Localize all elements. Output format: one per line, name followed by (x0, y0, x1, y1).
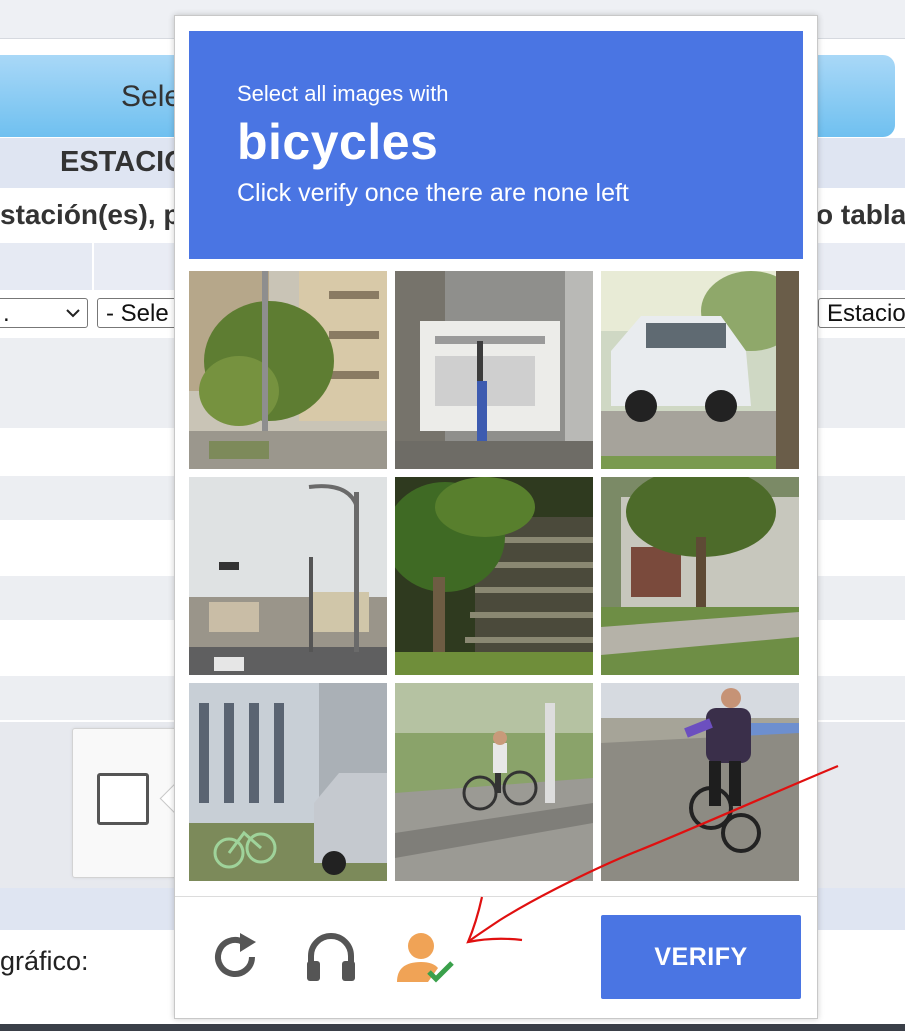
accessibility-button[interactable] (394, 930, 458, 986)
challenge-header: Select all images with bicycles Click ve… (189, 31, 803, 259)
column-cell (0, 243, 94, 290)
section-title: ESTACIO (60, 146, 187, 178)
select-middle-value: - Sele (106, 300, 169, 327)
verify-button[interactable]: VERIFY (601, 915, 801, 999)
image-tile[interactable] (189, 477, 387, 675)
instruction-sub: Click verify once there are none left (237, 179, 629, 207)
image-tile[interactable] (395, 477, 593, 675)
headphones-icon (307, 933, 355, 981)
image-tile[interactable] (189, 271, 387, 469)
bottom-bar (0, 1024, 905, 1031)
image-tile[interactable] (189, 683, 387, 881)
tile-image (395, 271, 593, 469)
tile-image (601, 477, 799, 675)
image-tile[interactable] (395, 271, 593, 469)
tile-image (395, 683, 593, 881)
image-tile[interactable] (395, 683, 593, 881)
image-tile[interactable] (601, 477, 799, 675)
tile-image (189, 271, 387, 469)
tile-image (189, 477, 387, 675)
banner-text: Sele (121, 80, 182, 113)
instruction-small: Select all images with (237, 81, 449, 106)
row-label-right: o tabla (816, 199, 905, 230)
tile-image (601, 271, 799, 469)
image-tile[interactable] (601, 271, 799, 469)
select-left[interactable]: . (0, 298, 88, 328)
select-right[interactable]: Estacio (818, 298, 905, 328)
target-word: bicycles (237, 114, 439, 170)
row-label-left: stación(es), p (0, 199, 181, 230)
tile-image (395, 477, 593, 675)
captcha-checkbox[interactable] (97, 773, 149, 825)
audio-challenge-button[interactable] (303, 928, 359, 984)
grafico-label: gráfico: (0, 946, 89, 976)
reload-button[interactable] (210, 930, 262, 984)
image-tile[interactable] (601, 683, 799, 881)
select-right-value: Estacio (827, 300, 905, 327)
footer-divider (175, 896, 817, 897)
reload-icon (215, 933, 256, 977)
tile-image (189, 683, 387, 881)
chevron-down-icon (66, 309, 80, 318)
person-check-icon (397, 933, 454, 983)
select-left-value: . (3, 300, 10, 327)
tile-image (601, 683, 799, 881)
select-middle[interactable]: - Sele (97, 298, 177, 328)
